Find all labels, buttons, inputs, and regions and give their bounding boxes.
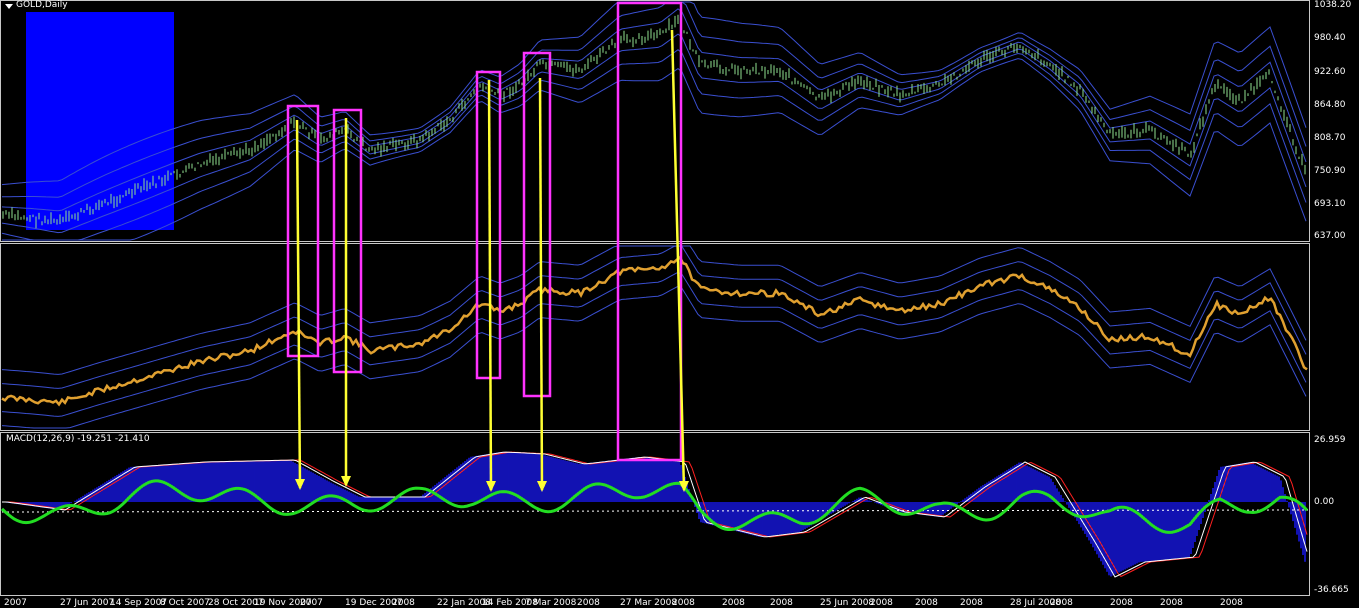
time-tick: 2008 xyxy=(672,598,695,608)
price-tick: 637.00 xyxy=(1314,231,1346,241)
price-tick: 808.70 xyxy=(1314,133,1346,143)
highlight-box xyxy=(616,1,683,462)
band-line xyxy=(1,1,1307,198)
chart-canvas[interactable] xyxy=(0,0,1359,608)
price-tick: 750.90 xyxy=(1314,166,1346,176)
macd-tick: 26.959 xyxy=(1314,435,1346,445)
time-tick: 2008 xyxy=(960,598,983,608)
band-line xyxy=(1,49,1307,241)
price-tick: 864.80 xyxy=(1314,100,1346,110)
yellow-arrow xyxy=(487,79,493,491)
macd-header: MACD(12,26,9) -19.251 -21.410 xyxy=(6,434,150,444)
highlight-box xyxy=(522,51,552,398)
time-tick: 7 Mar 2008 xyxy=(525,598,577,608)
price-tick: 922.60 xyxy=(1314,67,1346,77)
band-line xyxy=(2,58,1307,241)
time-tick: 2008 xyxy=(1110,598,1133,608)
time-tick: 2008 xyxy=(722,598,745,608)
macd-tick: 0.00 xyxy=(1314,497,1335,507)
orange-indicator-line xyxy=(1,255,1308,407)
time-tick: 2008 xyxy=(770,598,793,608)
price-tick: 1038.20 xyxy=(1314,0,1352,10)
time-tick: 25 Jun 2008 xyxy=(820,598,875,608)
time-tick: 2007 xyxy=(4,598,27,608)
time-tick: 2008 xyxy=(1220,598,1243,608)
yellow-arrow xyxy=(538,77,544,491)
time-tick: 2008 xyxy=(915,598,938,608)
chart-window[interactable]: GOLD,Daily MACD(12,26,9) -19.251 -21.410… xyxy=(0,0,1359,608)
indicator-band xyxy=(1,285,1307,429)
time-tick: 8 Oct 2007 xyxy=(160,598,210,608)
time-tick: 14 Sep 2007 xyxy=(110,598,168,608)
time-tick: 27 Jun 2007 xyxy=(60,598,115,608)
price-tick: 980.40 xyxy=(1314,33,1346,43)
time-tick: 2008 xyxy=(870,598,893,608)
time-tick: 2008 xyxy=(392,598,415,608)
triangle-down-icon[interactable] xyxy=(5,4,13,9)
band-line xyxy=(1,33,1307,234)
time-tick: 2008 xyxy=(1050,598,1073,608)
price-tick: 693.10 xyxy=(1314,199,1346,209)
time-tick: 2008 xyxy=(577,598,600,608)
time-tick: 27 Mar 2008 xyxy=(620,598,678,608)
symbol-label: GOLD,Daily xyxy=(16,0,68,10)
time-tick: 2008 xyxy=(1160,598,1183,608)
indicator-band xyxy=(1,271,1307,417)
time-tick: 2007 xyxy=(300,598,323,608)
band-line xyxy=(1,1,1307,186)
indicator-band xyxy=(1,245,1307,375)
yellow-arrow xyxy=(295,119,302,489)
macd-tick: -36.665 xyxy=(1314,585,1349,595)
